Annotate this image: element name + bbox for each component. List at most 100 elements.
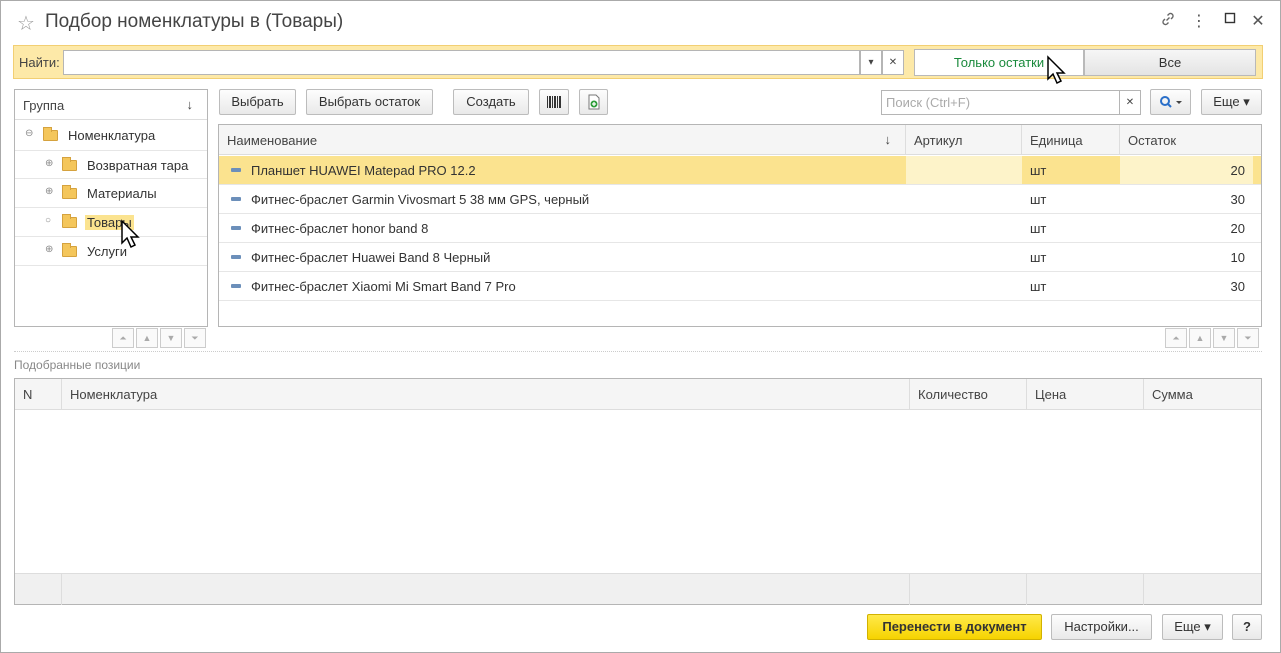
sort-arrow-icon: ↓ (186, 97, 194, 112)
scroll-up-icon[interactable]: ▲ (136, 328, 158, 348)
expand-icon[interactable]: ⊕ (45, 186, 53, 197)
col-article[interactable]: Артикул (906, 125, 1022, 155)
folder-icon (62, 185, 77, 199)
find-input[interactable] (63, 50, 860, 75)
expand-icon[interactable]: ⊕ (45, 158, 53, 169)
item-icon (231, 168, 241, 172)
add-document-button[interactable] (579, 89, 608, 115)
more-vertical-icon[interactable]: ⋮ (1189, 11, 1209, 31)
table-row[interactable]: Фитнес-браслет Garmin Vivosmart 5 38 мм … (219, 185, 1261, 214)
table-row[interactable]: Фитнес-браслет Huawei Band 8 Черный шт 1… (219, 243, 1261, 272)
footer-more-button[interactable]: Еще ▾ (1162, 614, 1223, 640)
folder-icon (43, 127, 58, 141)
tree-item-returnable[interactable]: ⊕ Возвратная тара (15, 150, 207, 179)
group-tree: Группа ↓ ⊖ Номенклатура ⊕ Возвратная тар… (14, 89, 208, 327)
collapse-icon[interactable]: ⊖ (25, 128, 33, 139)
transfer-button[interactable]: Перенести в документ (867, 614, 1042, 640)
settings-button[interactable]: Настройки... (1051, 614, 1152, 640)
magnifier-icon (1159, 96, 1182, 108)
table-row[interactable]: Фитнес-браслет honor band 8 шт 20 (219, 214, 1261, 243)
add-document-icon (588, 94, 599, 110)
tree-item-materials[interactable]: ⊕ Материалы (15, 179, 207, 208)
maximize-icon[interactable] (1220, 11, 1240, 29)
cell-rest: 20 (1230, 221, 1245, 236)
cell-name: Фитнес-браслет Huawei Band 8 Черный (251, 250, 491, 265)
col-sum[interactable]: Сумма (1144, 379, 1261, 410)
find-dropdown-icon[interactable]: ▾ (860, 50, 882, 75)
more-button[interactable]: Еще ▾ (1201, 89, 1262, 115)
favorite-star-icon[interactable]: ☆ (17, 11, 35, 36)
tree-item-label: Номенклатура (68, 128, 156, 143)
col-price[interactable]: Цена (1027, 379, 1144, 410)
cell-name: Фитнес-браслет honor band 8 (251, 221, 429, 236)
scroll-top-icon[interactable]: ⏶ (112, 328, 134, 348)
item-icon (231, 197, 241, 201)
select-button[interactable]: Выбрать (219, 89, 296, 115)
expand-icon[interactable]: ⊕ (45, 244, 53, 255)
close-icon[interactable]: ✕ (1248, 11, 1268, 31)
barcode-icon (547, 96, 561, 108)
cell-name: Фитнес-браслет Xiaomi Mi Smart Band 7 Pr… (251, 279, 516, 294)
cell-unit: шт (1030, 250, 1047, 265)
search-options-button[interactable] (1150, 89, 1191, 115)
scroll-down-icon[interactable]: ▼ (1213, 328, 1235, 348)
table-row[interactable]: Планшет HUAWEI Matepad PRO 12.2 шт 20 (219, 156, 1261, 185)
col-quantity[interactable]: Количество (910, 379, 1027, 410)
search-input[interactable]: Поиск (Ctrl+F) (881, 90, 1120, 115)
item-icon (231, 226, 241, 230)
mouse-cursor-icon (1047, 55, 1066, 85)
scroll-down-icon[interactable]: ▼ (160, 328, 182, 348)
scroll-up-icon[interactable]: ▲ (1189, 328, 1211, 348)
select-rest-button[interactable]: Выбрать остаток (306, 89, 433, 115)
window-title: Подбор номенклатуры в (Товары) (45, 11, 344, 32)
tree-header-label: Группа (23, 98, 65, 113)
cell-article (906, 272, 1022, 300)
link-icon[interactable] (1158, 11, 1178, 32)
col-name-label: Наименование (227, 133, 318, 148)
search-clear-icon[interactable]: ✕ (1119, 90, 1141, 115)
tree-item-goods[interactable]: ○ Товары (15, 208, 207, 237)
scroll-bottom-icon[interactable]: ⏷ (1237, 328, 1259, 348)
scroll-bottom-icon[interactable]: ⏷ (184, 328, 206, 348)
grid-header: Наименование ↓ Артикул Единица Остаток (219, 125, 1261, 155)
find-label: Найти: (19, 55, 60, 70)
footer-cell (62, 574, 910, 605)
table-row[interactable]: Фитнес-браслет Xiaomi Mi Smart Band 7 Pr… (219, 272, 1261, 301)
col-unit[interactable]: Единица (1022, 125, 1120, 155)
title-bar: ☆ Подбор номенклатуры в (Товары) ⋮ ✕ (1, 1, 1280, 43)
tree-item-services[interactable]: ⊕ Услуги (15, 237, 207, 266)
col-n[interactable]: N (15, 379, 62, 410)
toggle-all[interactable]: Все (1084, 49, 1256, 76)
create-button[interactable]: Создать (453, 89, 529, 115)
tree-item-nomenclature[interactable]: ⊖ Номенклатура (15, 121, 207, 150)
sort-arrow-icon: ↓ (884, 132, 892, 147)
help-button[interactable]: ? (1232, 614, 1262, 640)
mouse-cursor-icon (121, 219, 140, 249)
col-name[interactable]: Наименование ↓ (219, 125, 906, 155)
more-button-label: Еще (1213, 94, 1240, 109)
find-clear-icon[interactable]: ✕ (882, 50, 904, 75)
divider (14, 351, 1262, 352)
col-rest[interactable]: Остаток (1120, 125, 1261, 155)
chevron-down-icon: ▾ (1243, 94, 1250, 109)
search-bar: Найти: ▾ ✕ Только остатки Все (13, 45, 1263, 79)
picked-header: N Номенклатура Количество Цена Сумма (15, 379, 1261, 410)
barcode-button[interactable] (539, 89, 569, 115)
tree-header[interactable]: Группа ↓ (15, 90, 207, 120)
cell-rest: 30 (1230, 279, 1245, 294)
item-icon (231, 284, 241, 288)
footer-cell (15, 574, 62, 605)
selection-window: ☆ Подбор номенклатуры в (Товары) ⋮ ✕ Най… (0, 0, 1281, 653)
cell-name: Фитнес-браслет Garmin Vivosmart 5 38 мм … (251, 192, 590, 207)
folder-icon (62, 243, 77, 257)
cell-rest: 20 (1120, 156, 1253, 184)
cell-unit: шт (1030, 221, 1047, 236)
picked-footer (15, 573, 1261, 605)
cell-article (906, 243, 1022, 271)
col-nomenclature[interactable]: Номенклатура (62, 379, 910, 410)
cell-article (906, 214, 1022, 242)
scroll-top-icon[interactable]: ⏶ (1165, 328, 1187, 348)
item-icon (231, 255, 241, 259)
tree-item-label: Материалы (87, 186, 157, 201)
footer-cell (1027, 574, 1144, 605)
